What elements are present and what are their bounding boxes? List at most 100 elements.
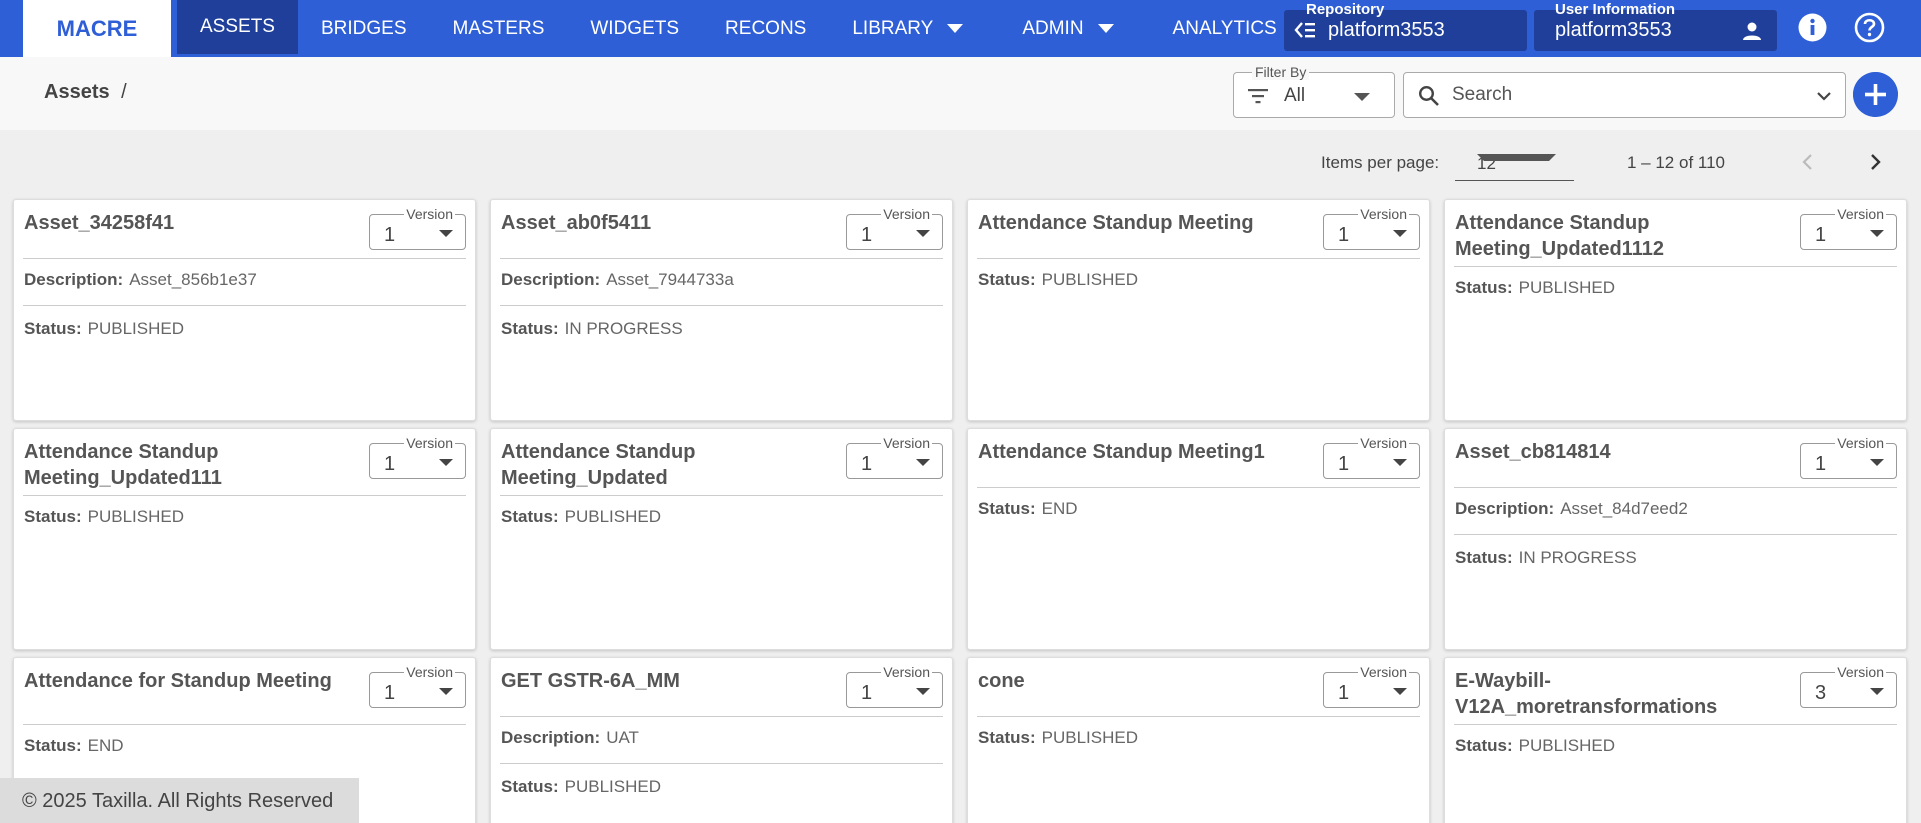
divider <box>977 716 1420 717</box>
previous-page-icon[interactable] <box>1797 151 1819 173</box>
status-value: END <box>1041 499 1078 518</box>
version-value: 3 <box>1815 682 1827 704</box>
version-select[interactable]: Version 3 <box>1800 664 1897 708</box>
items-per-page-select[interactable]: 12 <box>1455 149 1574 181</box>
status-label: Status: <box>978 728 1036 747</box>
version-label: Version <box>881 206 932 222</box>
user-info-field[interactable]: User Information platform3553 <box>1534 1 1777 51</box>
add-asset-button[interactable] <box>1853 72 1898 117</box>
breadcrumb-separator: / <box>121 81 127 103</box>
asset-title[interactable]: cone <box>978 668 1308 694</box>
status-row: Status: IN PROGRESS <box>501 319 683 339</box>
version-select[interactable]: Version 1 <box>1800 435 1897 479</box>
chevron-down-icon <box>439 230 453 237</box>
asset-title[interactable]: Attendance Standup Meeting_Updated <box>501 439 831 491</box>
nav-item-label: LIBRARY <box>852 17 934 39</box>
divider <box>1454 534 1897 535</box>
version-select[interactable]: Version 1 <box>1323 435 1420 479</box>
asset-card[interactable]: Asset_34258f41 Version 1 Description: Ass… <box>13 199 476 421</box>
divider <box>500 763 943 764</box>
asset-card[interactable]: Attendance Standup Meeting_Updated111 Ve… <box>13 428 476 650</box>
asset-title[interactable]: Asset_34258f41 <box>24 210 354 236</box>
nav-item-label: ADMIN <box>1022 17 1084 39</box>
chevron-down-icon <box>916 459 930 466</box>
asset-title[interactable]: Asset_ab0f5411 <box>501 210 831 236</box>
status-row: Status: PUBLISHED <box>501 507 661 527</box>
nav-item-widgets[interactable]: WIDGETS <box>567 0 702 57</box>
version-select[interactable]: Version 1 <box>846 664 943 708</box>
version-select[interactable]: Version 1 <box>846 435 943 479</box>
asset-title[interactable]: Asset_cb814814 <box>1455 439 1785 465</box>
nav-item-assets[interactable]: ASSETS <box>177 0 298 54</box>
description-value: Asset_7944733a <box>606 270 734 289</box>
status-row: Status: PUBLISHED <box>24 507 184 527</box>
help-icon[interactable] <box>1854 12 1885 43</box>
chevron-down-icon <box>1393 230 1407 237</box>
asset-card[interactable]: E-Waybill-V12A_moretransformations Versi… <box>1444 657 1907 823</box>
repository-selector[interactable]: Repository platform3553 <box>1284 1 1527 51</box>
next-page-icon[interactable] <box>1864 151 1886 173</box>
version-select[interactable]: Version 1 <box>846 206 943 250</box>
asset-title[interactable]: Attendance Standup Meeting1 <box>978 439 1308 465</box>
version-select[interactable]: Version 1 <box>1800 206 1897 250</box>
asset-card[interactable]: Asset_ab0f5411 Version 1 Description: Ass… <box>490 199 953 421</box>
asset-card[interactable]: Attendance Standup Meeting Version 1 Sta… <box>967 199 1430 421</box>
version-label: Version <box>1358 206 1409 222</box>
version-value: 1 <box>861 682 873 704</box>
asset-card[interactable]: Attendance Standup Meeting_Updated Versi… <box>490 428 953 650</box>
paginator: Items per page: 12 1 – 12 of 110 <box>0 145 1921 181</box>
version-select[interactable]: Version 1 <box>369 206 466 250</box>
status-value: END <box>87 736 124 755</box>
breadcrumb-current[interactable]: Assets <box>44 81 110 103</box>
version-select[interactable]: Version 1 <box>369 435 466 479</box>
asset-title[interactable]: Attendance Standup Meeting <box>978 210 1308 236</box>
footer-copyright: © 2025 Taxilla. All Rights Reserved <box>0 778 359 823</box>
asset-card[interactable]: GET GSTR-6A_MM Version 1 Description: UAT… <box>490 657 953 823</box>
asset-card[interactable]: Asset_cb814814 Version 1 Description: Ass… <box>1444 428 1907 650</box>
version-value: 1 <box>384 682 396 704</box>
asset-title[interactable]: Attendance for Standup Meeting <box>24 668 354 694</box>
version-select[interactable]: Version 1 <box>1323 664 1420 708</box>
chevron-down-icon <box>1393 459 1407 466</box>
version-value: 1 <box>861 224 873 246</box>
asset-card[interactable]: cone Version 1 Status: PUBLISHED <box>967 657 1430 823</box>
info-icon[interactable] <box>1797 12 1828 43</box>
status-value: PUBLISHED <box>564 507 661 526</box>
filter-by-select[interactable]: Filter By All <box>1233 64 1395 118</box>
nav-item-bridges[interactable]: BRIDGES <box>298 0 430 57</box>
version-value: 1 <box>1338 224 1350 246</box>
nav-item-label: ANALYTICS <box>1172 17 1277 39</box>
nav-item-library[interactable]: LIBRARY <box>829 0 986 57</box>
asset-card[interactable]: Attendance Standup Meeting1 Version 1 St… <box>967 428 1430 650</box>
version-value: 1 <box>384 453 396 475</box>
search-field[interactable] <box>1403 72 1846 118</box>
status-row: Status: IN PROGRESS <box>1455 548 1637 568</box>
status-value: PUBLISHED <box>1041 728 1138 747</box>
version-select[interactable]: Version 1 <box>369 664 466 708</box>
divider <box>23 305 466 306</box>
asset-title[interactable]: Attendance Standup Meeting_Updated111 <box>24 439 354 491</box>
status-row: Status: PUBLISHED <box>1455 736 1615 756</box>
chevron-down-icon[interactable] <box>1815 87 1833 105</box>
nav-item-admin[interactable]: ADMIN <box>986 0 1136 57</box>
nav-item-recons[interactable]: RECONS <box>702 0 829 57</box>
status-value: PUBLISHED <box>564 777 661 796</box>
divider <box>977 487 1420 488</box>
filter-by-label: Filter By <box>1252 64 1310 80</box>
asset-card[interactable]: Attendance Standup Meeting_Updated1112 V… <box>1444 199 1907 421</box>
status-label: Status: <box>1455 736 1513 755</box>
asset-title[interactable]: GET GSTR-6A_MM <box>501 668 831 694</box>
status-label: Status: <box>501 777 559 796</box>
divider <box>500 716 943 717</box>
nav-item-masters[interactable]: MASTERS <box>430 0 568 57</box>
logo[interactable]: MACRE <box>23 0 171 57</box>
version-select[interactable]: Version 1 <box>1323 206 1420 250</box>
status-value: PUBLISHED <box>87 319 184 338</box>
asset-title[interactable]: Attendance Standup Meeting_Updated1112 <box>1455 210 1785 262</box>
version-label: Version <box>1358 664 1409 680</box>
chevron-down-icon <box>1393 688 1407 695</box>
chevron-down-icon <box>439 459 453 466</box>
asset-title[interactable]: E-Waybill-V12A_moretransformations <box>1455 668 1785 720</box>
version-label: Version <box>1835 664 1886 680</box>
search-input[interactable] <box>1452 81 1792 109</box>
